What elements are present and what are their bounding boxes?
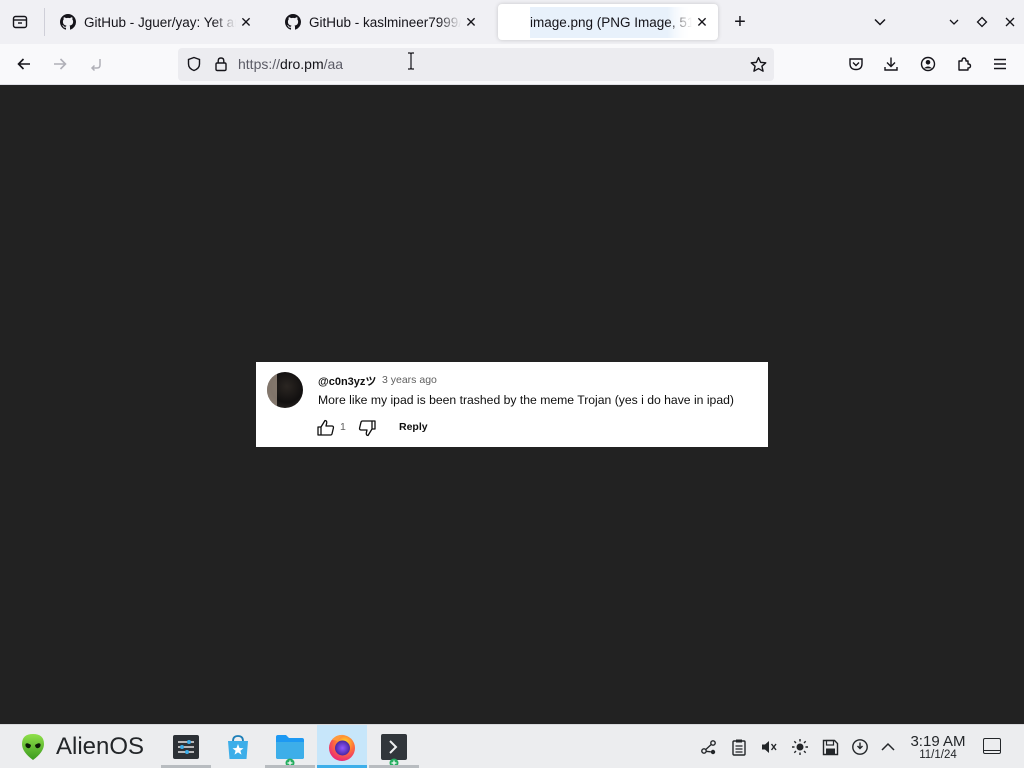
terminal-icon [381,733,407,760]
account-button[interactable] [914,50,942,78]
url-path: /aa [323,56,344,72]
url-text[interactable]: https://dro.pm/aa [238,56,343,72]
update-icon [852,739,868,755]
list-all-tabs-button[interactable] [868,10,892,34]
puzzle-icon [958,57,972,71]
tab-bar: GitHub - Jguer/yay: Yet another Yogurt -… [0,0,1024,44]
menu-button[interactable] [986,50,1014,78]
github-icon [285,14,301,30]
firefox-icon [329,734,355,761]
reload-button[interactable] [82,50,110,78]
close-icon: ✕ [240,13,252,30]
tray-clipboard[interactable] [729,737,749,757]
pocket-button[interactable] [842,50,870,78]
diamond-icon [976,16,988,28]
maximize-window-button[interactable] [970,10,994,34]
tray-expand-button[interactable] [878,737,898,757]
close-icon: ✕ [696,13,708,30]
download-icon [884,57,898,71]
back-button[interactable] [10,50,38,78]
shield-icon[interactable] [186,56,202,72]
url-bar[interactable]: https://dro.pm/aa [178,48,774,81]
save-icon [822,739,838,755]
chevron-down-icon [949,19,959,25]
tab-title: GitHub - Jguer/yay: Yet another Yogurt -… [84,14,236,30]
running-badge-icon [285,758,295,768]
comment-image: @c0n3yzツ 3 years ago More like my ipad i… [256,362,768,447]
volume-muted-icon [762,741,777,753]
firefox-view-button[interactable] [8,10,32,34]
star-icon[interactable] [750,56,767,73]
thumbs-up-icon [317,419,335,436]
tray-volume[interactable] [759,737,779,757]
close-icon [1005,17,1015,27]
text-cursor-icon [408,52,414,70]
taskbar-item-firefox[interactable] [317,725,367,768]
close-window-button[interactable] [998,10,1022,34]
hamburger-menu-icon [994,58,1006,70]
reply-label: Reply [399,421,428,433]
clock-date: 11/1/24 [919,749,957,761]
alien-logo-icon [22,734,44,760]
tray-updates[interactable] [850,737,870,757]
new-tab-button[interactable]: + [728,10,752,34]
running-badge-icon [389,758,399,768]
tab-separator [44,8,45,36]
comment-time: 3 years ago [382,374,437,386]
tab-github-swordmaster[interactable]: GitHub - kaslmineer7999/Swordmaster ✕ [273,4,487,40]
arrow-left-icon [17,58,30,70]
taskbar-item-discover[interactable] [213,725,263,768]
tab-github-yay[interactable]: GitHub - Jguer/yay: Yet another Yogurt -… [48,4,262,40]
minimize-window-button[interactable] [942,10,966,34]
show-desktop-button[interactable] [983,738,1001,754]
url-scheme: https:// [238,56,281,72]
navigation-bar: https://dro.pm/aa [0,44,1024,85]
arrow-right-icon [54,58,67,70]
tray-disks[interactable] [820,737,840,757]
plus-icon: + [734,10,746,33]
taskbar-item-system-settings[interactable] [161,725,211,768]
pocket-icon [849,58,863,71]
tab-image-png[interactable]: image.png (PNG Image, 512 × 85 pixels) ✕ [498,4,718,40]
discover-store-icon [228,734,248,759]
start-label: AlienOS [56,733,145,760]
system-settings-icon [173,734,199,759]
github-icon [60,14,76,30]
forward-button[interactable] [46,50,74,78]
tab-close-button[interactable]: ✕ [692,12,712,32]
url-host: dro.pm [280,56,324,72]
taskbar: AlienOS 3:19 AM 11/1/24 [0,724,1024,768]
tab-close-button[interactable]: ✕ [461,12,481,32]
thumbs-down-icon [358,420,376,437]
chevron-up-icon [881,742,895,751]
downloads-button[interactable] [877,50,905,78]
extensions-button[interactable] [950,50,978,78]
tab-title: image.png (PNG Image, 512 × 85 pixels) [530,6,692,38]
tab-title: GitHub - kaslmineer7999/Swordmaster [309,14,461,30]
lock-icon[interactable] [213,56,229,72]
comment-text: More like my ipad is been trashed by the… [318,393,734,407]
avatar [267,372,303,408]
brightness-icon [792,739,808,755]
tray-kde-connect[interactable] [699,737,719,757]
chevron-down-icon [874,18,886,26]
kde-connect-icon [701,740,716,755]
file-manager-icon [276,734,304,759]
taskbar-item-terminal[interactable] [369,725,419,768]
clipboard-icon [732,739,746,756]
firefox-view-icon [12,15,28,29]
like-count: 1 [340,421,346,433]
comment-author: @c0n3yzツ [318,376,377,388]
reload-icon [90,59,101,72]
tab-close-button[interactable]: ✕ [236,12,256,32]
account-icon [920,56,936,72]
taskbar-item-file-manager[interactable] [265,725,315,768]
clock-time: 3:19 AM [910,733,966,750]
tray-brightness[interactable] [790,737,810,757]
application-launcher[interactable]: AlienOS [18,731,144,763]
close-icon: ✕ [465,13,477,30]
page-content: @c0n3yzツ 3 years ago More like my ipad i… [0,85,1024,724]
